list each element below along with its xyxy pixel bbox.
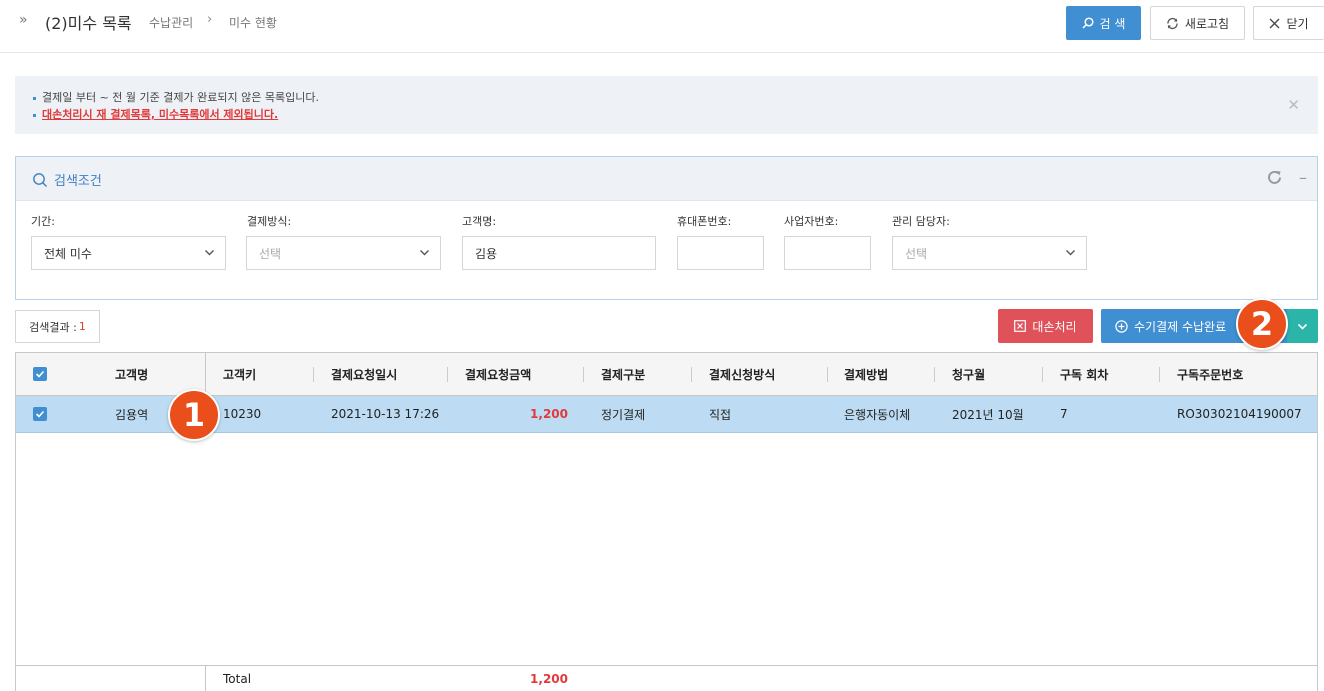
chevron-down-icon	[1297, 321, 1308, 332]
search-icon	[1082, 17, 1094, 29]
cell-method: 은행자동이체	[844, 407, 911, 422]
refresh-icon	[1166, 17, 1179, 30]
period-label: 기간:	[31, 215, 55, 228]
footer-total-label: Total	[223, 672, 252, 686]
bad-debt-button[interactable]: 대손처리	[998, 309, 1093, 343]
col-amount[interactable]: 결제요청금액	[465, 353, 531, 395]
col-month[interactable]: 청구월	[952, 353, 985, 395]
phone-input[interactable]	[677, 236, 764, 270]
customer-input-value: 김용	[475, 246, 498, 261]
chevron-down-icon	[1065, 247, 1076, 261]
search-panel: 검색조건 – 기간: 전체 미수 결제방식: 선택 고객명: 김용 휴대폰번호:…	[15, 156, 1318, 300]
col-method[interactable]: 결제방법	[844, 353, 888, 395]
notice-line-2: 대손처리시 재 결제목록, 미수목록에서 제외됩니다.	[42, 108, 279, 121]
col-key[interactable]: 고객키	[223, 353, 256, 395]
step-badge-2: 2	[1236, 298, 1288, 350]
breadcrumb-item-billing[interactable]: 수납관리	[149, 14, 193, 31]
col-order-no[interactable]: 구독주문번호	[1177, 353, 1243, 395]
search-panel-title: 검색조건	[54, 174, 102, 189]
cell-datetime: 2021-10-13 17:26	[331, 407, 440, 421]
customer-label: 고객명:	[462, 215, 497, 228]
cell-type: 정기결제	[601, 407, 646, 422]
result-count: 검색결과 :1	[15, 310, 100, 343]
search-button[interactable]: 검 색	[1066, 6, 1141, 40]
reset-icon[interactable]	[1266, 169, 1283, 189]
cell-order-no: RO30302104190007	[1177, 407, 1302, 421]
period-value: 전체 미수	[44, 246, 92, 261]
chevron-down-icon	[204, 247, 215, 261]
period-select[interactable]: 전체 미수	[31, 236, 226, 270]
manager-select[interactable]: 선택	[892, 236, 1087, 270]
page-title: (2)미수 목록	[45, 14, 132, 33]
phone-label: 휴대폰번호:	[677, 215, 732, 228]
footer-total-amount: 1,200	[530, 672, 568, 686]
close-box-icon	[1014, 320, 1027, 332]
col-apply[interactable]: 결제신청방식	[709, 353, 775, 395]
search-button-label: 검 색	[1099, 16, 1126, 31]
col-type[interactable]: 결제구분	[601, 353, 645, 395]
close-button-label: 닫기	[1286, 16, 1309, 31]
plus-circle-icon	[1115, 319, 1128, 333]
result-count-label: 검색결과 :	[29, 320, 77, 334]
bad-debt-button-label: 대손처리	[1032, 319, 1077, 334]
col-datetime[interactable]: 결제요청일시	[331, 353, 397, 395]
cell-key: 10230	[223, 407, 262, 421]
table-footer: Total 1,200	[16, 665, 1317, 691]
cell-amount: 1,200	[530, 407, 568, 421]
chevron-right-icon: ›	[207, 12, 213, 27]
close-icon	[1269, 18, 1280, 29]
chevron-down-icon	[419, 247, 430, 261]
bullet-icon	[33, 113, 36, 117]
notice-box: 결제일 부터 ~ 전 월 기준 결제가 완료되지 않은 목록입니다. 대손처리시…	[15, 76, 1318, 134]
cell-customer: 김용역	[115, 407, 149, 422]
refresh-button-label: 새로고침	[1184, 16, 1230, 31]
breadcrumb-item-current: 미수 현황	[229, 16, 277, 30]
more-actions-dropdown[interactable]	[1287, 309, 1318, 343]
step-badge-1: 1	[168, 389, 220, 441]
cell-month: 2021년 10월	[952, 407, 1024, 422]
refresh-button[interactable]: 새로고침	[1150, 6, 1245, 40]
select-all-checkbox[interactable]	[33, 367, 47, 381]
table-header: 고객명 고객키 결제요청일시 결제요청금액 결제구분 결제신청방식 결제방법 청…	[16, 353, 1317, 396]
biz-no-input[interactable]	[784, 236, 871, 270]
pay-method-label: 결제방식:	[247, 215, 292, 228]
bullet-icon	[33, 96, 36, 100]
col-round[interactable]: 구독 회차	[1060, 353, 1108, 395]
manager-placeholder: 선택	[905, 246, 928, 261]
result-count-number: 1	[78, 320, 86, 333]
biz-no-label: 사업자번호:	[784, 215, 839, 228]
close-button[interactable]: 닫기	[1253, 6, 1324, 40]
top-bar: » (2)미수 목록 수납관리 › 미수 현황 검 색 새로고침 닫기	[0, 0, 1324, 53]
double-chevron-icon[interactable]: »	[19, 12, 28, 28]
pay-method-select[interactable]: 선택	[246, 236, 441, 270]
customer-input[interactable]: 김용	[462, 236, 656, 270]
cell-round: 7	[1060, 407, 1068, 421]
pay-method-placeholder: 선택	[259, 246, 282, 261]
manual-payment-button-label: 수기결제 수납완료	[1134, 319, 1227, 334]
cell-apply: 직접	[709, 407, 732, 422]
notice-close-icon[interactable]: ✕	[1287, 96, 1300, 114]
notice-line-1: 결제일 부터 ~ 전 월 기준 결제가 완료되지 않은 목록입니다.	[42, 91, 319, 104]
collapse-icon[interactable]: –	[1299, 168, 1307, 187]
search-icon	[32, 172, 48, 188]
search-panel-header: 검색조건 –	[16, 157, 1317, 201]
col-customer[interactable]: 고객명	[115, 353, 148, 395]
manager-label: 관리 담당자:	[892, 215, 950, 228]
row-checkbox[interactable]	[33, 407, 47, 421]
